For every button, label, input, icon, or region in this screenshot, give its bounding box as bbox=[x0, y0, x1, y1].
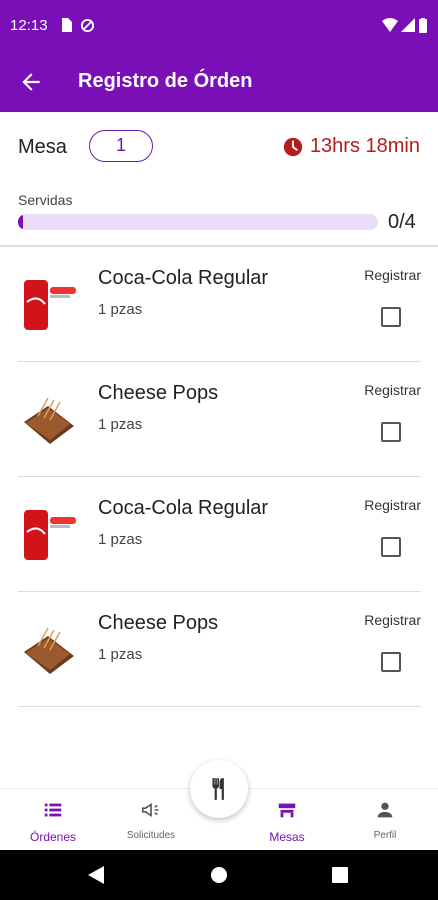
item-quantity: 1 pzas bbox=[98, 416, 143, 433]
list-item: Cheese Pops 1 pzas Registrar bbox=[18, 362, 421, 477]
register-label: Registrar bbox=[364, 612, 421, 628]
battery-icon bbox=[419, 18, 427, 33]
nav-ordenes[interactable]: Órdenes bbox=[9, 799, 97, 844]
mesa-number-badge: 1 bbox=[89, 130, 153, 162]
fork-knife-icon bbox=[212, 778, 224, 800]
app-bar: Registro de Órden bbox=[0, 52, 438, 112]
register-label: Registrar bbox=[364, 267, 421, 283]
register-label: Registrar bbox=[364, 497, 421, 513]
fab-menu-button[interactable] bbox=[190, 760, 248, 818]
register-label: Registrar bbox=[364, 382, 421, 398]
elapsed-timer: 13hrs 18min bbox=[282, 135, 420, 158]
elapsed-time-text: 13hrs 18min bbox=[309, 135, 420, 157]
coca-cola-can-image bbox=[24, 510, 76, 560]
register-checkbox[interactable] bbox=[381, 422, 401, 442]
mesa-label: Mesa bbox=[18, 136, 67, 158]
list-item: Cheese Pops 1 pzas Registrar bbox=[18, 592, 421, 707]
item-name: Coca-Cola Regular bbox=[98, 497, 269, 519]
megaphone-icon bbox=[141, 802, 159, 818]
item-name: Cheese Pops bbox=[98, 612, 219, 634]
nav-mesas[interactable]: Mesas bbox=[243, 799, 331, 844]
nav-label: Órdenes bbox=[29, 830, 77, 844]
item-quantity: 1 pzas bbox=[98, 646, 143, 663]
item-name: Cheese Pops bbox=[98, 382, 219, 404]
status-bar: 12:13 bbox=[0, 0, 438, 52]
sim-card-icon bbox=[62, 18, 72, 32]
served-progress-fill bbox=[18, 214, 24, 230]
person-icon bbox=[377, 802, 393, 818]
status-time: 12:13 bbox=[10, 17, 48, 34]
wifi-icon bbox=[382, 18, 398, 32]
item-name: Coca-Cola Regular bbox=[98, 267, 269, 289]
cheese-pops-image bbox=[24, 397, 74, 444]
item-quantity: 1 pzas bbox=[98, 531, 143, 548]
nav-perfil[interactable]: Perfil bbox=[341, 799, 429, 841]
list-item: Coca-Cola Regular 1 pzas Registrar bbox=[18, 247, 421, 362]
back-triangle-icon[interactable] bbox=[88, 866, 104, 884]
served-label: Servidas bbox=[18, 192, 73, 208]
list-icon bbox=[44, 803, 62, 817]
home-circle-icon[interactable] bbox=[210, 866, 228, 884]
recents-square-icon[interactable] bbox=[332, 867, 348, 883]
nav-label: Perfil bbox=[373, 830, 397, 841]
back-arrow-icon[interactable] bbox=[18, 69, 44, 95]
signal-icon bbox=[401, 18, 415, 32]
register-checkbox[interactable] bbox=[381, 652, 401, 672]
served-progress-bar bbox=[18, 214, 378, 230]
nav-label: Mesas bbox=[269, 830, 305, 844]
served-count: 0/4 bbox=[388, 211, 416, 233]
coca-cola-can-image bbox=[24, 280, 76, 330]
order-items-list: Coca-Cola Regular 1 pzas Registrar Chees… bbox=[18, 247, 421, 707]
item-quantity: 1 pzas bbox=[98, 301, 143, 318]
register-checkbox[interactable] bbox=[381, 537, 401, 557]
table-icon bbox=[278, 803, 296, 818]
clock-icon bbox=[283, 137, 303, 156]
register-checkbox[interactable] bbox=[381, 307, 401, 327]
system-nav-bar bbox=[0, 850, 438, 900]
nav-solicitudes[interactable]: Solicitudes bbox=[107, 799, 195, 841]
cheese-pops-image bbox=[24, 627, 74, 674]
list-item: Coca-Cola Regular 1 pzas Registrar bbox=[18, 477, 421, 592]
nav-label: Solicitudes bbox=[126, 830, 176, 841]
page-title: Registro de Órden bbox=[78, 70, 253, 92]
data-saver-icon bbox=[80, 18, 95, 33]
